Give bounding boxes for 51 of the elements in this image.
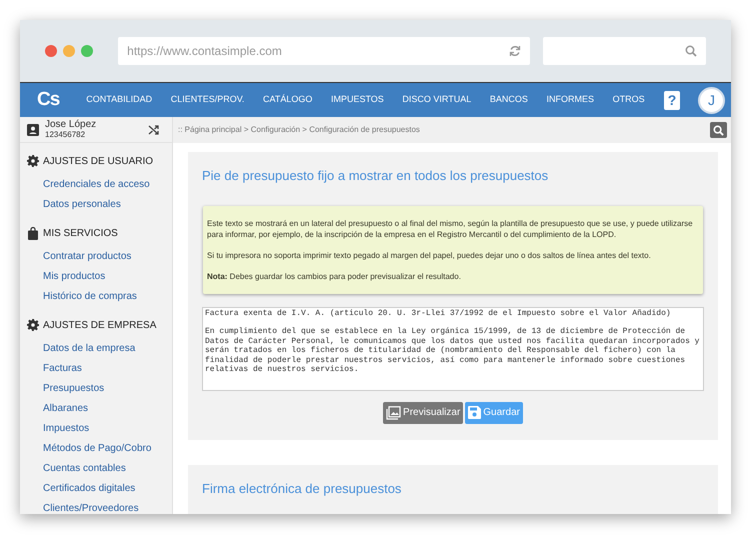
search-icon (713, 124, 724, 136)
nav-item[interactable]: INFORMES (546, 93, 594, 107)
nav-item[interactable]: OTROS (612, 93, 645, 107)
sidebar-link[interactable]: Datos personales (27, 195, 121, 215)
gear-icon (27, 155, 39, 167)
nav-item[interactable]: DISCO VIRTUAL (402, 93, 472, 107)
preview-button[interactable]: Previsualizar (383, 402, 464, 424)
section-heading: AJUSTES DE EMPRESA (43, 318, 156, 332)
shuffle-icon[interactable] (148, 124, 160, 136)
info-text: Si tu impresora no soporta imprimir texto pegado al margen del papel, puedes dejar uno o dos saltos de línea antes del texto. (207, 250, 652, 260)
info-text: Nota: Debes guardar los cambios para poder previsualizar el resultado. (207, 270, 462, 282)
sidebar-link[interactable]: Métodos de Pago/Cobro (27, 439, 152, 459)
sidebar-link[interactable]: Cuentas contables (27, 459, 126, 479)
image-icon (386, 406, 402, 420)
refresh-icon[interactable] (508, 45, 521, 57)
user-number: 123456782 (45, 130, 86, 140)
nav-item[interactable]: CLIENTES/PROV. (170, 93, 244, 107)
info-text: Este texto se mostrará en un lateral del presupuesto o al final del mismo, según la plantilla de presupuesto que se use, y puede utilizarse para informar, por ejemplo, de la inscripción de la empresa en el Registro Mercantil o del cumplimiento de la LOPD. (207, 218, 694, 240)
sidebar-link[interactable]: Mis productos (27, 267, 106, 287)
panel-title: Firma electrónica de presupuestos (202, 480, 402, 498)
logo[interactable]: Cs (37, 86, 77, 114)
sidebar-link[interactable]: Credenciales de acceso (27, 175, 150, 195)
sidebar-link[interactable]: Presupuestos (27, 379, 104, 399)
search-button[interactable] (710, 122, 727, 138)
nav-item[interactable]: CATÁLOGO (263, 93, 312, 107)
gear-icon (27, 319, 39, 331)
sidebar-link[interactable]: Impuestos (27, 419, 90, 439)
user-card-icon (27, 124, 39, 136)
avatar[interactable]: J (698, 86, 725, 114)
user-name: Jose López (45, 120, 98, 130)
nav-item[interactable]: CONTABILIDAD (86, 93, 152, 107)
section-heading: MIS SERVICIOS (43, 226, 118, 240)
sidebar-link[interactable]: Contratar productos (27, 247, 132, 267)
section-heading: AJUSTES DE USUARIO (43, 154, 154, 168)
sidebar-link[interactable]: Datos de la empresa (27, 339, 136, 359)
sidebar-link[interactable]: Albaranes (27, 399, 88, 419)
search-field[interactable] (542, 37, 706, 65)
breadcrumb[interactable]: :: Página principal > Configuración > Configuración de presupuestos (178, 124, 420, 136)
search-icon[interactable] (685, 45, 697, 57)
floppy-icon (468, 406, 482, 419)
nav-item[interactable]: IMPUESTOS (330, 93, 384, 107)
url-text: https://www.contasimple.com (127, 43, 282, 60)
sidebar-link[interactable]: Facturas (27, 359, 82, 379)
text-area[interactable]: Factura exenta de I.V. A. (articulo 20. U. 3r-Llei 37/1992 de el Impuesto sobre el Valor Añadido) En cumplimiento del que se establece en la Ley orgánica 15/1999, de 13 de diciembre de Protección de Datos de Carácter Personal, le comunicamos que los datos que usted nos facilita quedaran incorporados y serán tratados en los ficheros de titularidad de (nombramiento del Responsable del fichero) con la finalidad de poderle prestar nuestros servicios, así como para mantenerle informado sobre cuestiones relativas de nuestros servicios. (202, 306, 704, 390)
sidebar-link[interactable]: Histórico de compras (27, 287, 137, 307)
nav-item[interactable]: BANCOS (490, 93, 528, 107)
sidebar-link[interactable]: Certificados digitales (27, 479, 136, 499)
bag-icon (27, 226, 39, 240)
help-button[interactable]: ? (664, 90, 680, 110)
sidebar-link[interactable]: Clientes/Proveedores (27, 499, 139, 514)
panel-title: Pie de presupuesto fijo a mostrar en todos los presupuestos (202, 167, 550, 185)
